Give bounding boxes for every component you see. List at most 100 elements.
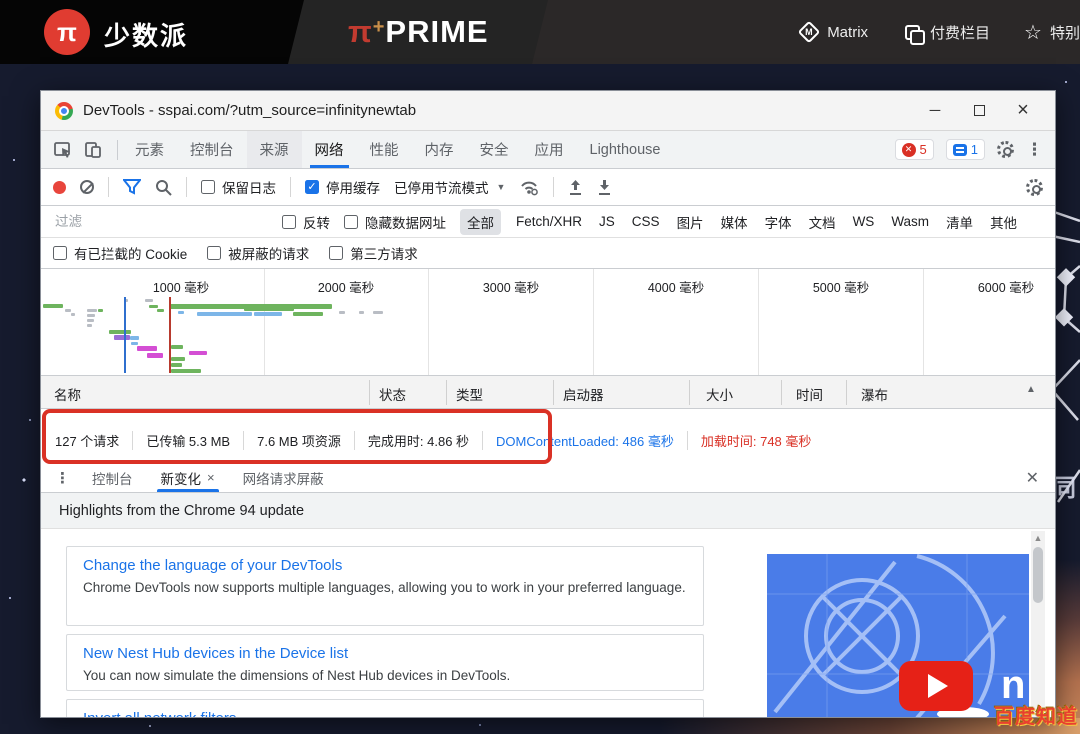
card-link-invert-filters[interactable]: Invert all network filters: [83, 710, 687, 718]
column-divider[interactable]: [846, 380, 847, 405]
network-settings-gear-icon[interactable]: [1026, 179, 1043, 196]
filter-pill-font[interactable]: 字体: [763, 209, 794, 235]
filter-pill-js[interactable]: JS: [597, 211, 617, 232]
tab-console[interactable]: 控制台: [177, 131, 247, 168]
blueprint-art: [767, 554, 1029, 718]
filter-pill-manifest[interactable]: 清单: [944, 209, 975, 235]
filter-pill-media[interactable]: 媒体: [719, 209, 750, 235]
maximize-button[interactable]: [957, 95, 1001, 127]
network-overview-timeline[interactable]: 1000 毫秒 2000 毫秒 3000 毫秒 4000 毫秒 5000 毫秒 …: [41, 269, 1055, 376]
blocked-requests-checkbox[interactable]: 被屏蔽的请求: [207, 243, 309, 263]
close-button[interactable]: ×: [1001, 95, 1045, 127]
more-options-icon[interactable]: ⋮: [1026, 140, 1043, 160]
tab-network[interactable]: 网络: [302, 131, 357, 168]
col-time[interactable]: 时间: [796, 384, 823, 404]
tab-elements[interactable]: 元素: [122, 131, 177, 168]
col-size[interactable]: 大小: [706, 384, 733, 404]
network-conditions-icon[interactable]: [519, 178, 539, 196]
filter-pill-css[interactable]: CSS: [630, 211, 662, 232]
blocked-cookies-checkbox[interactable]: 有已拦截的 Cookie: [53, 243, 187, 263]
nav-item-paid-columns[interactable]: 付费栏目: [902, 22, 990, 43]
throttling-value: 已停用节流模式: [394, 177, 489, 197]
drawer-more-icon[interactable]: ⋮: [41, 463, 78, 492]
video-thumbnail[interactable]: [767, 554, 1029, 718]
sspai-logo-icon[interactable]: π: [44, 9, 90, 55]
filter-pill-img[interactable]: 图片: [675, 209, 706, 235]
load-label: 加载时间:: [701, 434, 757, 449]
filter-pill-other[interactable]: 其他: [988, 209, 1019, 235]
nav-item-matrix[interactable]: M Matrix: [799, 22, 868, 42]
filter-pill-all[interactable]: 全部: [460, 209, 501, 235]
tab-memory[interactable]: 内存: [412, 131, 467, 168]
search-icon[interactable]: [155, 179, 172, 196]
col-initiator[interactable]: 启动器: [563, 384, 604, 404]
disable-cache-checkbox[interactable]: ✓ 停用缓存: [305, 177, 380, 197]
device-toolbar-icon[interactable]: [83, 140, 103, 160]
col-waterfall[interactable]: 瀑布: [861, 384, 888, 404]
devtools-tabbar: 元素 控制台 来源 网络 性能 内存 安全 应用 Lighthouse ✕ 5 …: [41, 131, 1055, 169]
dcl-event-line: [124, 297, 126, 373]
col-type[interactable]: 类型: [456, 384, 483, 404]
hide-data-urls-checkbox[interactable]: 隐藏数据网址: [344, 212, 446, 232]
nav-item-special[interactable]: ☆ 特别: [1024, 20, 1080, 45]
tab-sources[interactable]: 来源: [247, 131, 302, 168]
column-divider[interactable]: [781, 380, 782, 405]
drawer-tab-console[interactable]: 控制台: [78, 463, 147, 492]
import-har-icon[interactable]: [568, 179, 583, 196]
minimize-button[interactable]: ─: [913, 95, 957, 127]
card-link-nest-hub[interactable]: New Nest Hub devices in the Device list: [83, 645, 687, 662]
scroll-up-icon[interactable]: ▲: [1026, 384, 1036, 395]
filter-pill-wasm[interactable]: Wasm: [889, 211, 931, 232]
inspect-element-icon[interactable]: [53, 140, 73, 160]
col-status[interactable]: 状态: [379, 384, 406, 404]
filter-pill-doc[interactable]: 文档: [807, 209, 838, 235]
nav-label: 付费栏目: [930, 22, 990, 43]
drawer-scrollbar[interactable]: ▲: [1031, 531, 1045, 717]
column-divider[interactable]: [369, 380, 370, 405]
filter-input[interactable]: [53, 213, 268, 230]
tab-lighthouse[interactable]: Lighthouse: [577, 131, 674, 168]
settings-gear-icon[interactable]: [997, 141, 1014, 158]
scrollbar-up-icon[interactable]: ▲: [1031, 531, 1045, 545]
waterfall-bar: [171, 369, 201, 373]
clear-icon[interactable]: [80, 180, 94, 194]
devtools-titlebar[interactable]: DevTools - sspai.com/?utm_source=infinit…: [41, 91, 1055, 131]
load-value: 748 毫秒: [760, 434, 811, 449]
whats-new-label: 新变化: [161, 468, 202, 488]
export-har-icon[interactable]: [597, 179, 612, 196]
issues-badge[interactable]: 1: [946, 139, 985, 160]
drawer-tab-network-blocking[interactable]: 网络请求屏蔽: [229, 463, 338, 492]
drawer-close-icon[interactable]: ✕: [1010, 463, 1055, 492]
record-button[interactable]: [53, 181, 66, 194]
close-tab-icon[interactable]: ×: [207, 470, 215, 485]
column-divider[interactable]: [689, 380, 690, 405]
scrollbar-thumb[interactable]: [1033, 547, 1043, 603]
column-divider[interactable]: [553, 380, 554, 405]
youtube-play-button[interactable]: [899, 661, 973, 711]
col-name[interactable]: 名称: [54, 384, 81, 404]
preserve-log-checkbox[interactable]: 保留日志: [201, 177, 276, 197]
third-party-checkbox[interactable]: 第三方请求: [329, 243, 418, 263]
card-link-language[interactable]: Change the language of your DevTools: [83, 557, 687, 574]
filter-pill-fetch-xhr[interactable]: Fetch/XHR: [514, 211, 584, 232]
tab-application[interactable]: 应用: [522, 131, 577, 168]
filter-funnel-icon[interactable]: [123, 179, 141, 195]
waterfall-bar: [109, 330, 131, 334]
prime-logo[interactable]: π+PRIME: [348, 14, 489, 50]
summary-requests: 127 个请求: [55, 431, 133, 450]
invert-checkbox[interactable]: 反转: [282, 212, 330, 232]
column-divider[interactable]: [446, 380, 447, 405]
tab-security[interactable]: 安全: [467, 131, 522, 168]
tab-performance[interactable]: 性能: [357, 131, 412, 168]
filter-pill-ws[interactable]: WS: [851, 211, 877, 232]
summary-finish: 完成用时: 4.86 秒: [355, 431, 483, 450]
summary-dcl: DOMContentLoaded: 486 毫秒: [483, 431, 688, 450]
error-badge[interactable]: ✕ 5: [895, 139, 934, 160]
waterfall-bar: [359, 311, 364, 314]
throttling-dropdown[interactable]: 已停用节流模式 ▼: [394, 177, 505, 197]
brand-name[interactable]: 少数派: [104, 16, 188, 53]
waterfall-bar: [65, 309, 71, 312]
chevron-down-icon: ▼: [497, 182, 506, 192]
divider: [553, 177, 554, 197]
drawer-tab-whats-new[interactable]: 新变化 ×: [147, 463, 229, 492]
